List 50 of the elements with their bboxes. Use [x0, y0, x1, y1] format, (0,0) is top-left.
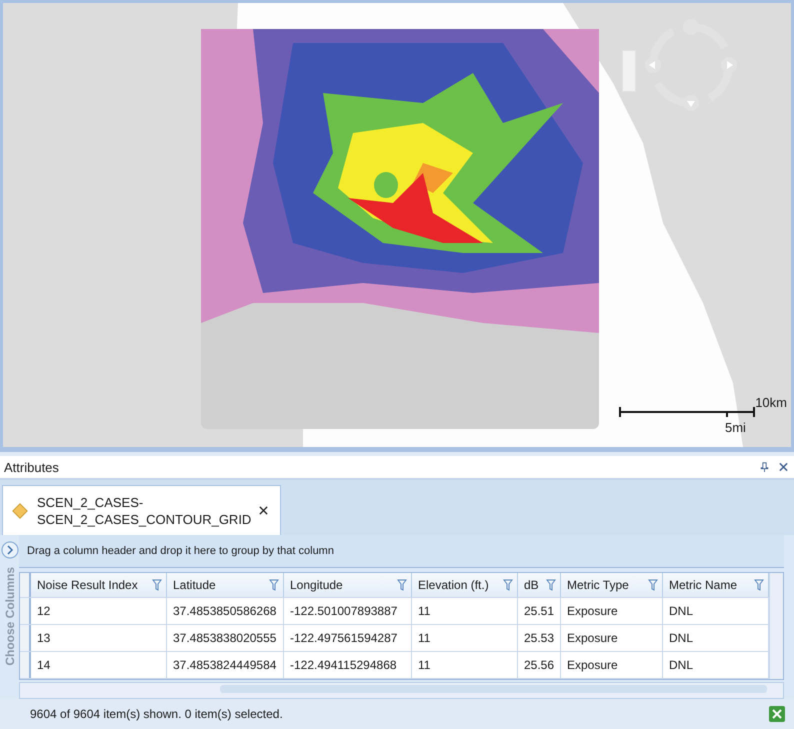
filter-icon[interactable]	[152, 579, 162, 591]
scale-label: 5mi	[725, 420, 746, 435]
document-tab[interactable]: SCEN_2_CASES- SCEN_2_CASES_CONTOUR_GRID	[2, 485, 282, 535]
table-cell: 25.51	[518, 598, 561, 624]
status-text: 9604 of 9604 item(s) shown. 0 item(s) selected.	[30, 707, 283, 721]
pin-icon[interactable]	[760, 462, 769, 472]
table-cell: 12	[31, 598, 167, 624]
vertical-scrollbar[interactable]	[769, 573, 783, 679]
column-header[interactable]: Noise Result Index	[31, 573, 167, 597]
column-header[interactable]: Metric Type	[561, 573, 663, 597]
filter-icon[interactable]	[546, 579, 556, 591]
table-cell: Exposure	[561, 598, 663, 624]
table-cell: Exposure	[561, 652, 663, 678]
tab-title: SCEN_2_CASES- SCEN_2_CASES_CONTOUR_GRID	[37, 494, 252, 528]
table-cell: 13	[31, 625, 167, 651]
row-indicator[interactable]	[20, 598, 31, 624]
filter-icon[interactable]	[269, 579, 279, 591]
expand-icon[interactable]	[0, 541, 18, 559]
table-cell: -122.494115294868	[284, 652, 412, 678]
scale-bar-icon	[619, 405, 755, 419]
table-cell: -122.497561594287	[284, 625, 412, 651]
close-icon[interactable]	[259, 506, 268, 515]
table-cell: -122.501007893887	[284, 598, 412, 624]
spreadsheet-export-icon[interactable]	[768, 705, 786, 723]
table-cell: 11	[412, 652, 518, 678]
table-cell: 25.56	[518, 652, 561, 678]
table-cell: Exposure	[561, 625, 663, 651]
table-cell: 14	[31, 652, 167, 678]
table-cell: 25.53	[518, 625, 561, 651]
table-cell: 37.4853824449584	[167, 652, 284, 678]
table-cell: 37.4853838020555	[167, 625, 284, 651]
column-header[interactable]: Elevation (ft.)	[412, 573, 518, 597]
horizontal-scrollbar[interactable]	[19, 682, 784, 699]
panel-title: Attributes	[4, 460, 60, 474]
table-cell: 11	[412, 625, 518, 651]
column-header[interactable]: Longitude	[284, 573, 412, 597]
group-hint: Drag a column header and drop it here to group by that column	[27, 545, 334, 557]
filter-icon[interactable]	[648, 579, 658, 591]
column-header[interactable]: Latitude	[167, 573, 284, 597]
filter-icon[interactable]	[754, 579, 764, 591]
layer-icon	[11, 502, 29, 520]
filter-icon[interactable]	[397, 579, 407, 591]
table-cell: 11	[412, 598, 518, 624]
filter-icon[interactable]	[503, 579, 513, 591]
row-indicator[interactable]	[20, 652, 31, 678]
close-icon[interactable]	[779, 462, 788, 472]
scale-label: 10km	[755, 395, 787, 410]
row-indicator[interactable]	[20, 625, 31, 651]
table-cell: 37.4853850586268	[167, 598, 284, 624]
column-header[interactable]: dB	[518, 573, 561, 597]
